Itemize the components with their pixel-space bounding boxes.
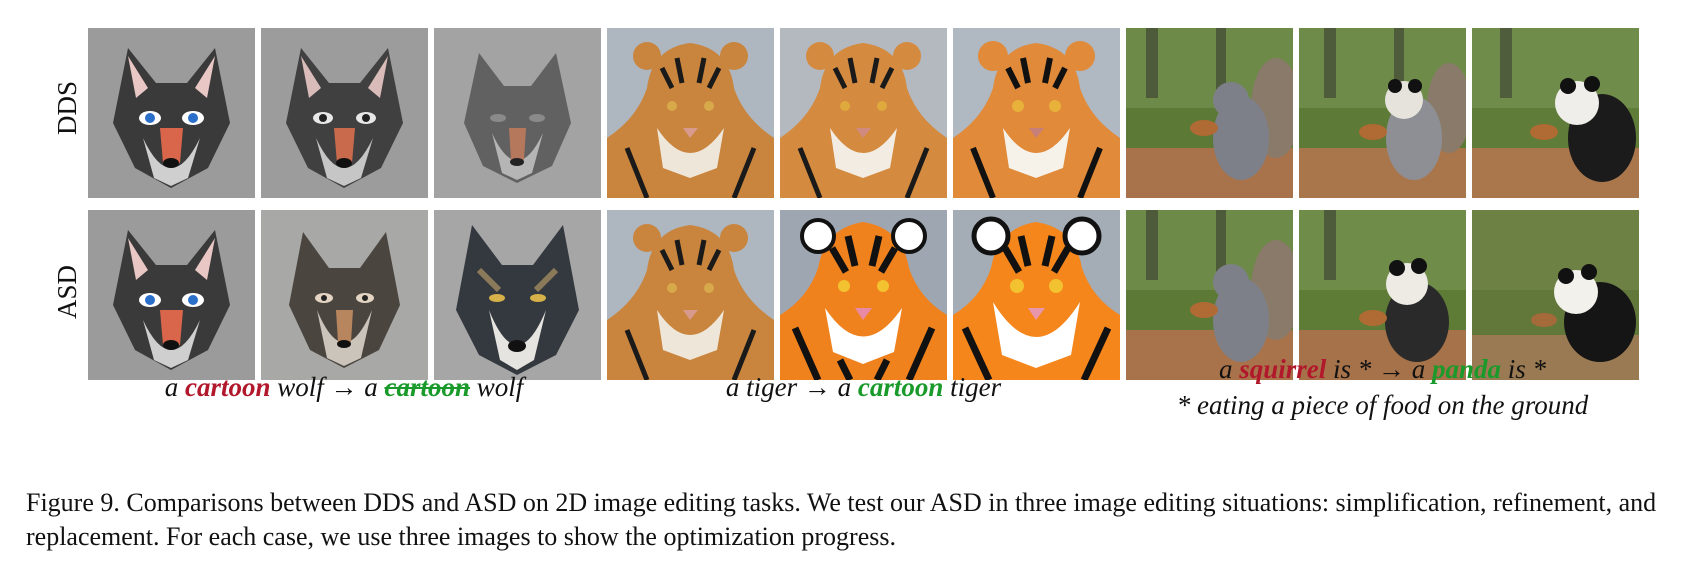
- dds-squirrel-image-3: [1472, 28, 1639, 198]
- dds-wolf-image-1: [88, 28, 255, 198]
- asd-tiger-image-3: [953, 210, 1120, 380]
- row-label-asd: ASD: [52, 265, 82, 320]
- caption-squirrel-line2: * eating a piece of food on the ground: [1176, 390, 1589, 420]
- dds-wolf-image-2: [261, 28, 428, 198]
- dds-wolf-image-3: [434, 28, 601, 198]
- asd-tiger-image-2: [780, 210, 947, 380]
- dds-squirrel-image-1: [1126, 28, 1293, 198]
- caption-squirrel: a squirrel is * → a panda is *: [1218, 354, 1547, 384]
- caption-wolf: a cartoon wolf → a cartoon wolf: [164, 372, 524, 402]
- dds-tiger-image-1: [607, 28, 774, 198]
- figure-caption: Figure 9. Comparisons between DDS and AS…: [26, 488, 1657, 551]
- asd-wolf-image-2: [261, 210, 428, 380]
- row-label-dds: DDS: [52, 81, 82, 136]
- asd-wolf-image-1: [88, 210, 255, 380]
- dds-tiger-image-2: [780, 28, 947, 198]
- caption-tiger: a tiger → a cartoon tiger: [725, 372, 1002, 402]
- asd-wolf-image-3: [434, 210, 601, 380]
- dds-tiger-image-3: [953, 28, 1120, 198]
- dds-squirrel-image-2: [1299, 28, 1466, 198]
- asd-tiger-image-1: [607, 210, 774, 380]
